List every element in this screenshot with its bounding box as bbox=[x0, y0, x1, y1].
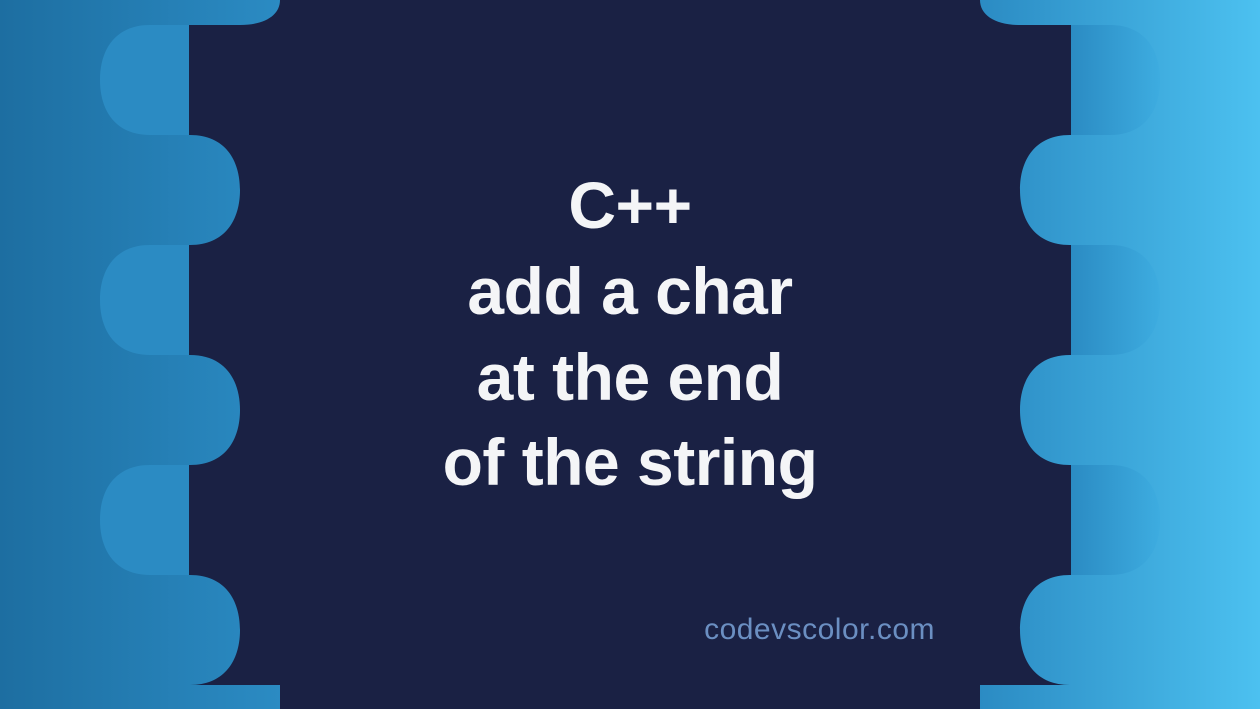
title-line-4: of the string bbox=[443, 420, 818, 506]
title-block: C++ add a char at the end of the string bbox=[443, 163, 818, 506]
title-line-1: C++ bbox=[443, 163, 818, 249]
title-line-3: at the end bbox=[443, 335, 818, 421]
main-content: C++ add a char at the end of the string bbox=[0, 0, 1260, 709]
watermark-text: codevscolor.com bbox=[704, 613, 935, 647]
title-line-2: add a char bbox=[443, 249, 818, 335]
